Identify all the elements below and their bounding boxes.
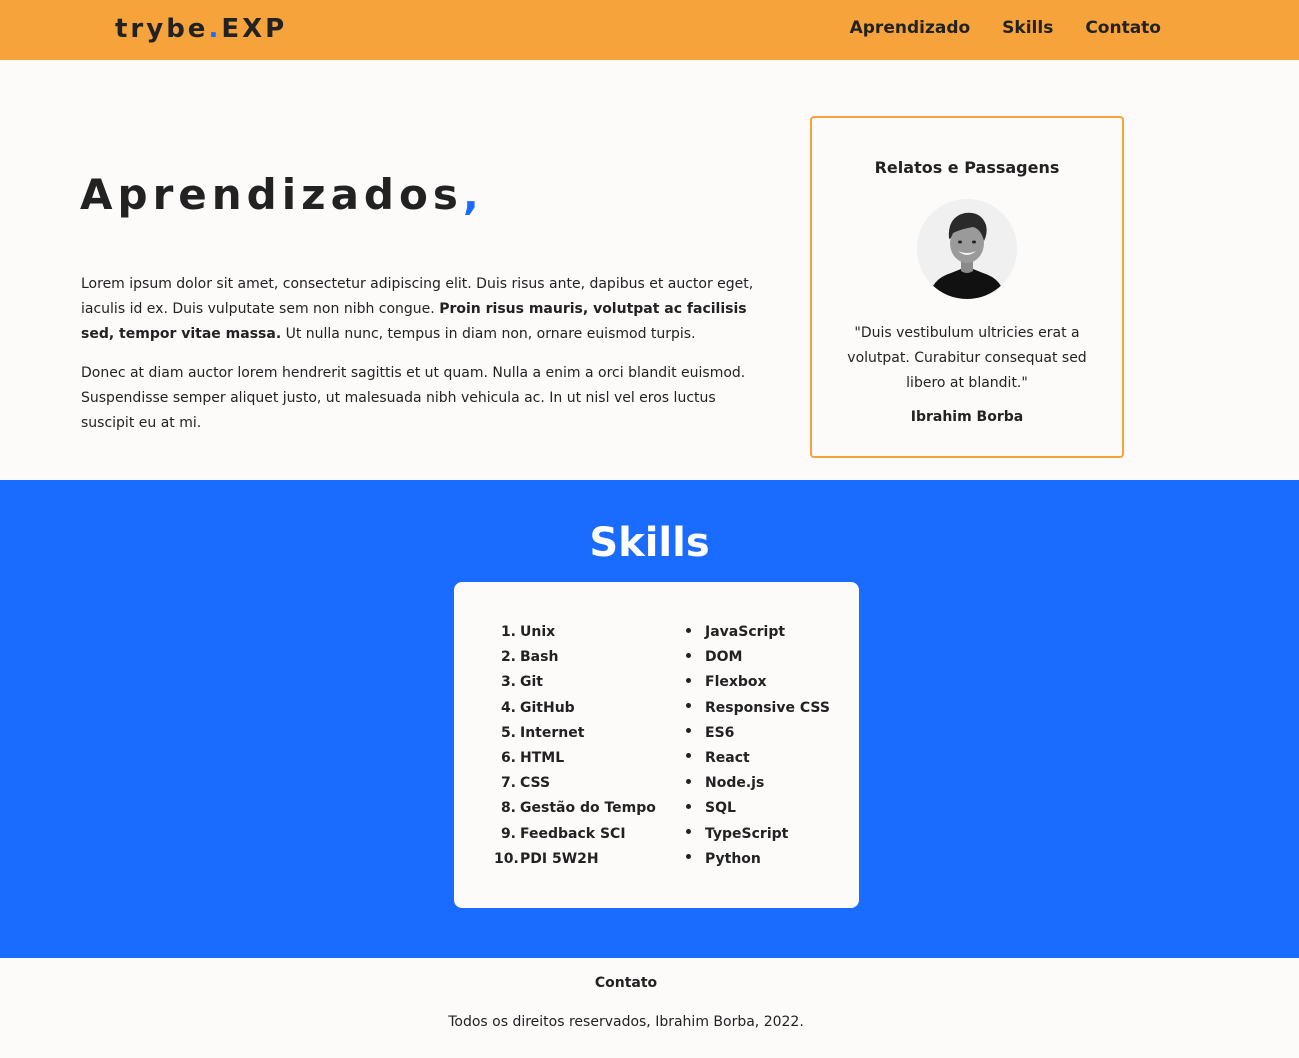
bullet-icon: [686, 829, 691, 834]
skills-ordered-list: 1. Unix 2. Bash 3. Git 4. GitHub 5. Internet …: [494, 620, 656, 872]
list-item: Flexbox: [686, 670, 830, 695]
bullet-icon: [686, 703, 691, 709]
bullet-icon: [686, 753, 691, 759]
bullet-icon: [686, 627, 691, 633]
skills-unordered-list: JavaScript DOM Flexbox Responsive CSS ES…: [686, 620, 830, 872]
main-nav: Aprendizado Skills Contato: [850, 18, 1161, 38]
bullet-icon: [686, 854, 691, 860]
footer-contato-heading: Contato: [594, 975, 658, 991]
nav-link-contato[interactable]: Contato: [1085, 18, 1161, 38]
aprendizados-paragraph-2: Donec at diam auctor lorem hendrerit sag…: [81, 365, 746, 431]
title-accent-comma: ,: [462, 170, 484, 219]
nav-link-aprendizado[interactable]: Aprendizado: [850, 18, 971, 38]
skills-title: Skills: [589, 520, 710, 566]
card-title: Relatos e Passagens: [874, 158, 1060, 177]
list-item: SQL: [686, 796, 830, 821]
bullet-icon: [686, 728, 691, 734]
nav-link-skills[interactable]: Skills: [1002, 18, 1053, 38]
logo-suffix: EXP: [221, 14, 288, 44]
skills-section: Skills 1. Unix 2. Bash 3. Git 4. GitHub 5. In…: [0, 480, 1299, 958]
bullet-icon: [686, 677, 691, 683]
paragraph-1-end: Ut nulla nunc, tempus in diam non, ornar…: [281, 326, 696, 342]
list-item: React: [686, 746, 830, 771]
testimonial-card: Relatos e Passagens "Duis vestibulum ult…: [810, 116, 1124, 458]
list-item: 8. Gestão do Tempo: [500, 800, 656, 817]
list-item: 7. CSS: [500, 775, 551, 792]
list-item: Python: [686, 847, 830, 872]
testimonial-quote: "Duis vestibulum ultricies erat a volutp…: [847, 325, 1087, 391]
logo-prefix: trybe: [115, 14, 209, 44]
list-item: ES6: [686, 721, 830, 746]
list-item: 2. Bash: [500, 649, 559, 666]
skills-box: 1. Unix 2. Bash 3. Git 4. GitHub 5. Internet …: [454, 582, 859, 908]
list-item: 9. Feedback SCI: [500, 825, 626, 842]
bullet-icon: [686, 803, 691, 809]
avatar: [917, 199, 1017, 299]
list-item: TypeScript: [686, 822, 830, 847]
avatar-portrait-icon: [917, 199, 1017, 299]
bullet-icon: [686, 778, 691, 784]
list-item: 3. Git: [500, 674, 543, 691]
list-item: 1. Unix: [500, 624, 556, 640]
list-item: JavaScript: [686, 620, 830, 645]
list-item: DOM: [686, 645, 830, 670]
list-item: 5. Internet: [500, 724, 585, 741]
footer-copyright: Todos os direitos reservados, Ibrahim Bo…: [448, 1014, 804, 1030]
testimonial-author: Ibrahim Borba: [910, 409, 1024, 425]
site-header: trybe.EXP Aprendizado Skills Contato: [0, 0, 1299, 60]
list-item: Responsive CSS: [686, 696, 830, 721]
aprendizados-text: Lorem ipsum dolor sit amet, consectetur …: [81, 272, 761, 450]
bullet-icon: [686, 652, 691, 658]
logo-dot: .: [208, 14, 222, 44]
list-item: 6. HTML: [500, 749, 565, 766]
aprendizados-paragraph-1: Lorem ipsum dolor sit amet, consectetur …: [81, 272, 761, 347]
list-item: 4. GitHub: [500, 699, 575, 716]
aprendizados-title: Aprendizados,: [80, 170, 484, 219]
list-item: 10.PDI 5W2H: [494, 850, 599, 867]
aprendizados-title-text: Aprendizados: [80, 170, 463, 219]
list-item: Node.js: [686, 771, 830, 796]
logo[interactable]: trybe.EXP: [115, 14, 287, 44]
